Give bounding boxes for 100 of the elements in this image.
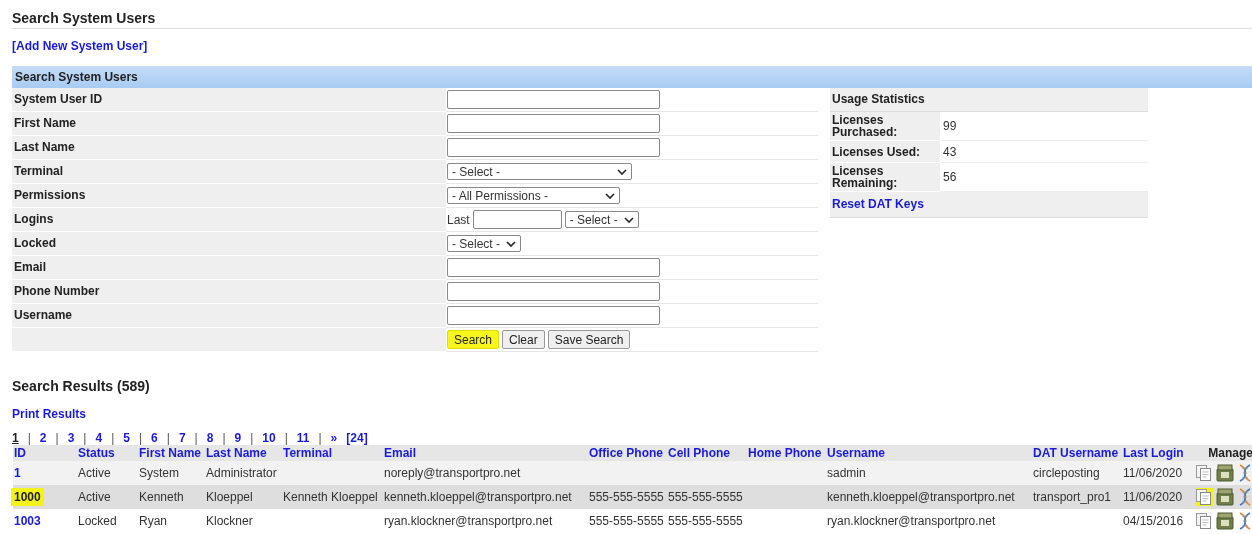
table-cell: Kenneth Kloeppel <box>283 490 378 504</box>
copy-icon[interactable] <box>1195 464 1213 482</box>
print-results-link[interactable]: Print Results <box>12 407 86 421</box>
page-separator: | <box>318 432 322 445</box>
text-field[interactable] <box>447 306 660 325</box>
next-page-link[interactable]: » <box>330 432 338 445</box>
stat-label: Licenses Used: <box>830 141 940 163</box>
form-label: Last Name <box>12 136 446 160</box>
dropdown[interactable]: - All Permissions - <box>447 187 620 204</box>
text-field[interactable] <box>447 282 660 301</box>
form-label: Phone Number <box>12 280 446 304</box>
text-field[interactable] <box>447 138 660 157</box>
table-cell: 555-555-5555 <box>668 514 743 528</box>
text-field[interactable] <box>447 258 660 277</box>
form-label: System User ID <box>12 88 446 112</box>
form-label: Email <box>12 256 446 280</box>
table-cell: 11/06/2020 <box>1123 466 1183 480</box>
table-cell: 11/06/2020 <box>1123 490 1183 504</box>
dropdown[interactable]: - Select - <box>447 235 521 252</box>
box-icon[interactable] <box>1216 464 1234 482</box>
table-cell: Active <box>78 466 111 480</box>
page-link[interactable]: 9 <box>234 432 242 445</box>
chevron-icon <box>605 192 615 199</box>
box-icon[interactable] <box>1216 488 1234 506</box>
copy-icon[interactable] <box>1195 488 1213 506</box>
table-cell: Locked <box>78 514 117 528</box>
reset-keys-link[interactable]: Reset DAT Keys <box>832 197 924 211</box>
column-header[interactable]: Last Login <box>1123 446 1184 460</box>
table-cell: 555-555-5555 <box>589 490 664 504</box>
dropdown[interactable]: - Select - <box>564 211 639 228</box>
page-separator: | <box>55 432 59 445</box>
table-cell: ryan.klockner@transportpro.net <box>384 514 553 528</box>
form-label: Username <box>12 304 446 328</box>
text-field[interactable] <box>447 114 660 133</box>
user-id-link[interactable]: 1000 <box>11 488 44 506</box>
results-title: Search Results (589) <box>12 378 150 394</box>
helix-icon[interactable] <box>1237 464 1252 482</box>
form-label: Permissions <box>12 184 446 208</box>
page-link[interactable]: 5 <box>123 432 130 445</box>
box-icon[interactable] <box>1216 512 1234 530</box>
page-separator: | <box>111 432 115 445</box>
table-cell: Kloeppel <box>206 490 253 504</box>
page-separator: | <box>194 432 198 445</box>
page-link[interactable]: 11 <box>296 432 310 445</box>
helix-icon[interactable] <box>1237 488 1252 506</box>
form-button[interactable]: Search <box>447 330 500 349</box>
table-cell: kenneth.kloeppel@transportpro.net <box>827 490 1015 504</box>
panel-header: Search System Users <box>12 66 1252 88</box>
field-prefix: Last <box>447 212 470 227</box>
page-separator: | <box>27 432 31 445</box>
table-cell: Kenneth <box>139 490 184 504</box>
form-label: Locked <box>12 232 446 256</box>
column-header: Manage <box>1208 446 1252 460</box>
table-cell: transport_pro1 <box>1033 490 1112 504</box>
column-header[interactable]: Email <box>384 446 416 460</box>
add-user-link[interactable]: [Add New System User] <box>12 39 148 53</box>
table-cell: System <box>139 466 179 480</box>
page-separator: | <box>284 432 288 445</box>
user-id-link[interactable]: 1 <box>11 464 24 482</box>
page-separator: | <box>83 432 87 445</box>
copy-icon[interactable] <box>1195 512 1213 530</box>
stats-title: Usage Statistics <box>830 88 1148 112</box>
table-cell: circleposting <box>1033 466 1100 480</box>
chevron-icon <box>617 168 627 175</box>
page-link[interactable]: 7 <box>178 432 186 445</box>
page-separator: | <box>250 432 254 445</box>
stat-value: 43 <box>940 141 1148 163</box>
stat-value: 99 <box>940 112 1148 141</box>
page-separator: | <box>222 432 226 445</box>
table-cell: Klockner <box>206 514 253 528</box>
table-cell: Active <box>78 490 111 504</box>
form-button[interactable]: Clear <box>502 330 545 349</box>
text-field[interactable] <box>447 90 660 109</box>
page-separator: | <box>166 432 170 445</box>
user-id-link[interactable]: 1003 <box>11 512 44 530</box>
page-link[interactable]: 3 <box>67 432 75 445</box>
form-label: Logins <box>12 208 446 232</box>
page-link[interactable]: 6 <box>151 432 158 445</box>
last-page-link[interactable]: [24] <box>346 432 368 445</box>
form-button[interactable]: Save Search <box>547 330 631 349</box>
table-cell: ryan.klockner@transportpro.net <box>827 514 996 528</box>
text-field[interactable] <box>472 210 562 229</box>
table-cell: Ryan <box>139 514 167 528</box>
page-link[interactable]: 1 <box>12 432 19 445</box>
table-cell: kenneth.kloeppel@transportpro.net <box>384 490 572 504</box>
stat-label: Licenses Purchased: <box>830 112 940 141</box>
table-cell: 04/15/2016 <box>1123 514 1184 528</box>
table-cell: noreply@transportpro.net <box>384 466 521 480</box>
column-header[interactable]: ID <box>14 446 26 460</box>
chevron-icon <box>506 240 516 247</box>
chevron-icon <box>623 216 634 223</box>
helix-icon[interactable] <box>1237 512 1252 530</box>
form-label: First Name <box>12 112 446 136</box>
page-separator: | <box>138 432 143 445</box>
page-link[interactable]: 8 <box>206 432 214 445</box>
page-link[interactable]: 4 <box>95 432 103 445</box>
table-cell: Administrator <box>206 466 277 480</box>
dropdown[interactable]: - Select - <box>447 163 632 180</box>
page-link[interactable]: 2 <box>39 432 47 445</box>
page-link[interactable]: 10 <box>262 432 276 445</box>
